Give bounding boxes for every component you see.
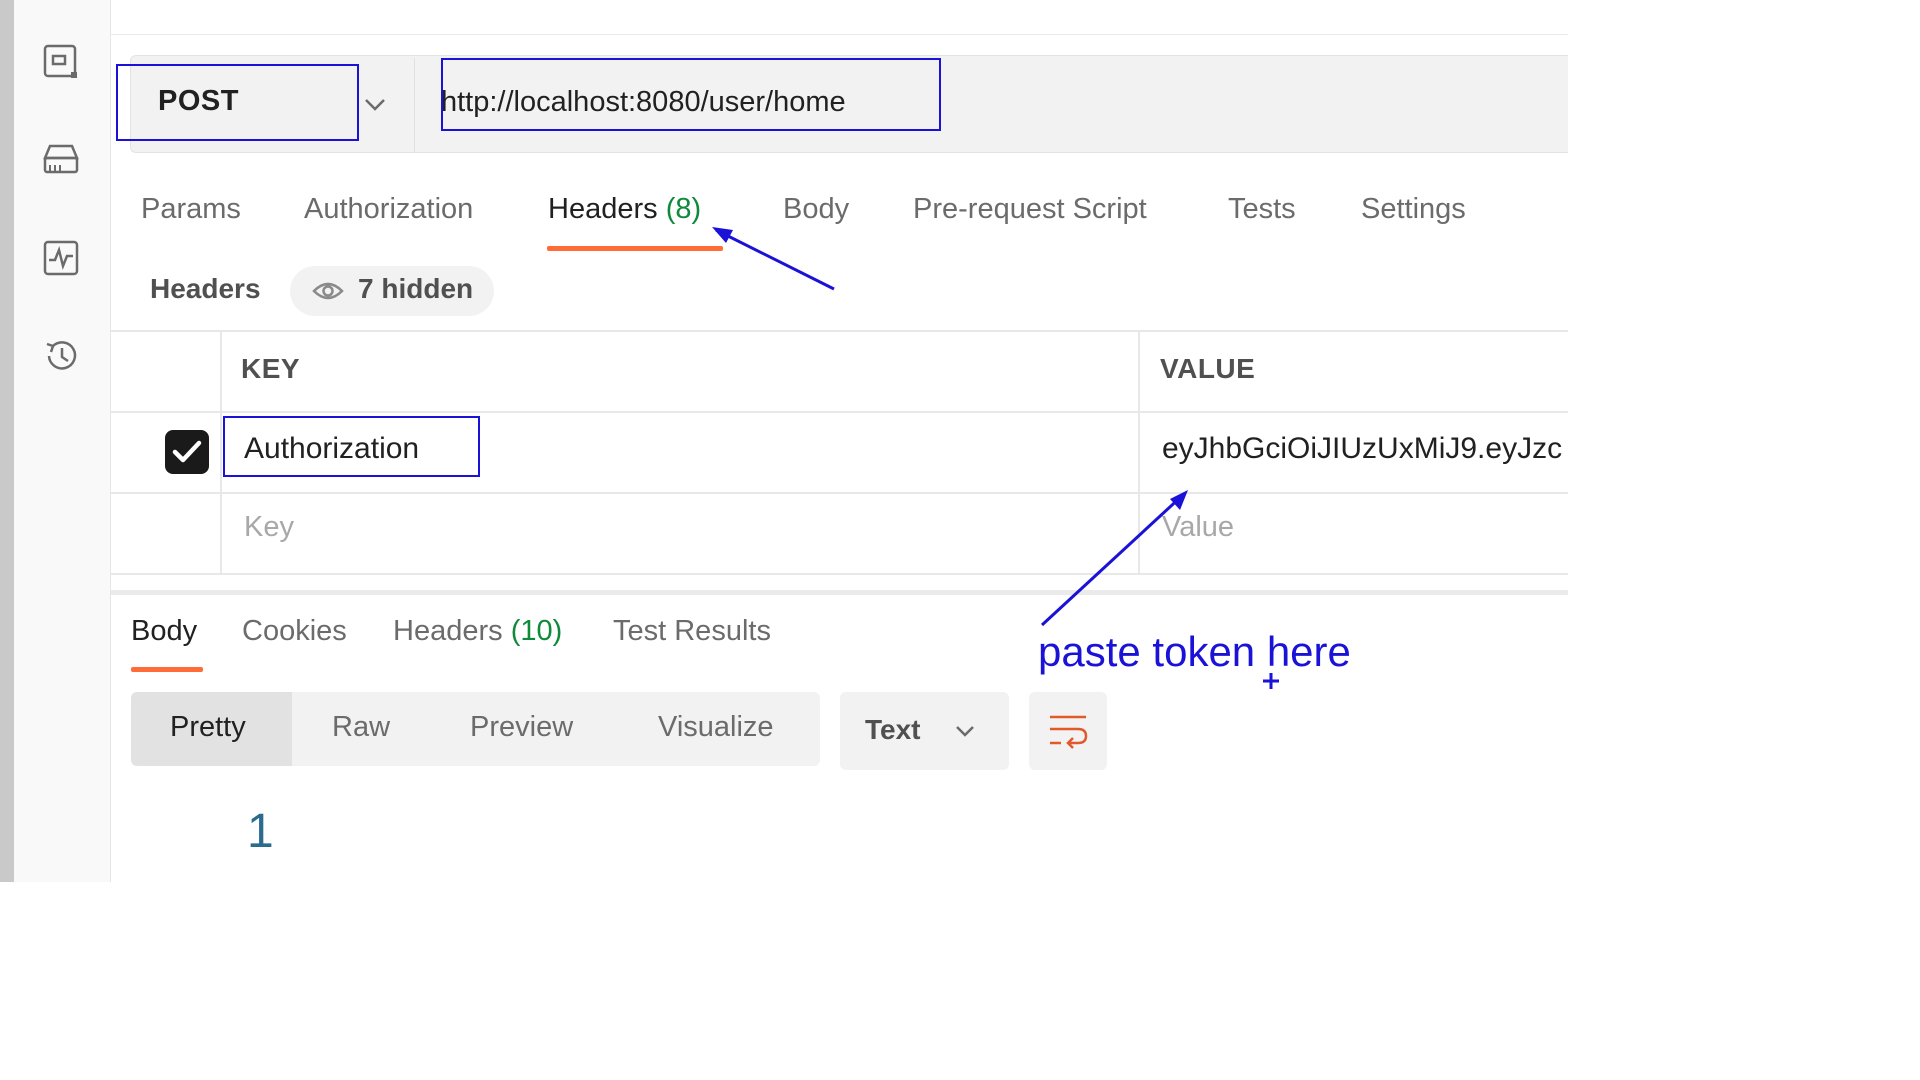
tab-response-headers-count: (10) — [510, 615, 563, 647]
chevron-down-icon[interactable] — [362, 91, 388, 117]
header-enabled-checkbox[interactable] — [165, 430, 209, 474]
window-edge — [0, 0, 14, 882]
tab-response-cookies[interactable]: Cookies — [242, 615, 347, 648]
chevron-down-icon — [956, 726, 974, 737]
response-divider[interactable] — [111, 590, 1568, 595]
header-value-cell[interactable]: eyJhbGciOiJIUzUxMiJ9.eyJzc — [1162, 432, 1568, 466]
table-col-divider — [220, 330, 222, 574]
tab-settings[interactable]: Settings — [1361, 193, 1466, 226]
new-key-input[interactable]: Key — [244, 511, 294, 544]
hidden-headers-label: 7 hidden — [358, 273, 474, 304]
history-icon[interactable] — [41, 336, 81, 376]
tab-test-results[interactable]: Test Results — [613, 615, 771, 648]
view-mode-raw[interactable]: Raw — [332, 711, 390, 744]
active-tab-indicator — [547, 246, 723, 251]
wrap-lines-icon — [1050, 715, 1088, 749]
response-line-number: 1 — [247, 805, 274, 858]
view-mode-preview[interactable]: Preview — [470, 711, 573, 744]
tab-params[interactable]: Params — [141, 193, 241, 226]
new-value-input[interactable]: Value — [1162, 511, 1234, 544]
annotation-arrow-headers — [712, 227, 835, 291]
tab-tests[interactable]: Tests — [1228, 193, 1296, 226]
tab-headers-count: (8) — [665, 193, 702, 225]
tab-headers-label: Headers — [548, 193, 658, 225]
annotation-note: paste token here — [1038, 628, 1351, 675]
view-mode-visualize[interactable]: Visualize — [658, 711, 774, 744]
active-response-tab-indicator — [131, 667, 203, 672]
top-divider — [111, 34, 1568, 35]
sidebar — [14, 0, 111, 882]
table-bottom-border — [111, 573, 1568, 575]
environments-icon[interactable] — [41, 140, 81, 180]
tab-response-body[interactable]: Body — [131, 615, 197, 648]
tab-pre-request-script[interactable]: Pre-request Script — [913, 193, 1147, 226]
headers-section-title: Headers — [150, 273, 261, 304]
method-url-separator — [414, 58, 415, 152]
collections-icon[interactable] — [41, 42, 81, 82]
eye-icon — [312, 282, 344, 300]
header-key-cell[interactable]: Authorization — [244, 432, 419, 466]
format-dropdown-label: Text — [865, 714, 921, 745]
tab-response-headers[interactable]: Headers (10) — [393, 615, 562, 648]
table-row-border — [111, 492, 1568, 494]
view-mode-pretty[interactable]: Pretty — [170, 711, 246, 744]
tab-headers[interactable]: Headers (8) — [548, 193, 701, 226]
tab-response-headers-label: Headers — [393, 615, 503, 647]
method-select[interactable]: POST — [158, 85, 239, 118]
table-col-divider — [1138, 330, 1140, 574]
checkmark-icon — [172, 440, 202, 463]
column-header-value: VALUE — [1160, 353, 1256, 384]
table-top-border — [111, 330, 1568, 332]
tab-body[interactable]: Body — [783, 193, 849, 226]
table-header-border — [111, 411, 1568, 413]
tab-authorization[interactable]: Authorization — [304, 193, 473, 226]
column-header-key: KEY — [241, 353, 301, 384]
url-input[interactable]: http://localhost:8080/user/home — [441, 86, 846, 119]
monitors-icon[interactable] — [41, 238, 81, 278]
